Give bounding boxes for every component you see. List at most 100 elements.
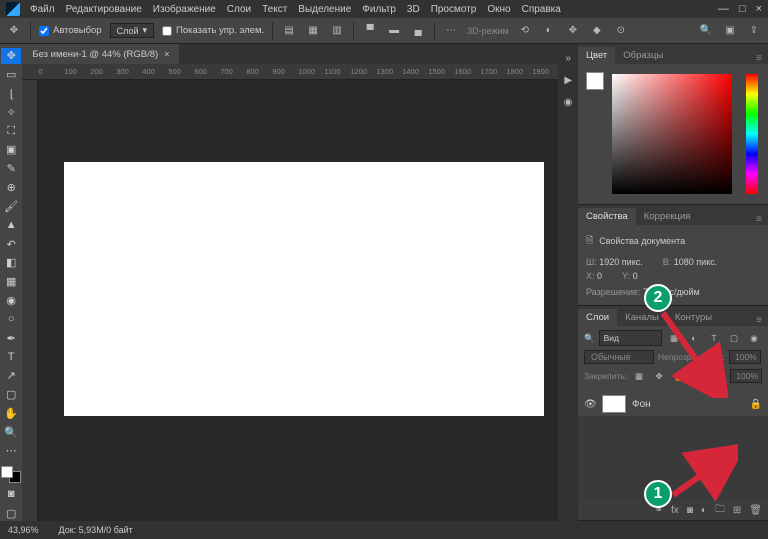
filter-pixel-icon[interactable]: ▦ xyxy=(666,330,682,346)
tab-color[interactable]: Цвет xyxy=(578,47,615,64)
tool-eraser[interactable]: ◧ xyxy=(1,255,21,271)
menu-text[interactable]: Текст xyxy=(262,4,287,15)
filter-text-icon[interactable]: T xyxy=(706,330,722,346)
tool-hand[interactable]: ✋ xyxy=(1,405,21,421)
canvas[interactable] xyxy=(64,162,544,416)
adjustment-layer-icon[interactable]: ◐ xyxy=(701,505,707,516)
show-controls-check[interactable]: Показать упр. элем. xyxy=(162,25,264,36)
opacity-value[interactable]: 100% xyxy=(729,350,761,364)
canvas-viewport[interactable] xyxy=(38,80,558,521)
tool-zoom[interactable]: 🔍 xyxy=(1,424,21,440)
align-center-icon[interactable]: ▦ xyxy=(305,23,321,39)
align-bottom-icon[interactable]: ▄ xyxy=(410,23,426,39)
tool-eyedropper[interactable]: ✎ xyxy=(1,161,21,177)
menu-3d[interactable]: 3D xyxy=(407,4,420,15)
ruler-vertical[interactable] xyxy=(22,80,38,521)
3d-slide-icon[interactable]: ◆ xyxy=(589,23,605,39)
menu-image[interactable]: Изображение xyxy=(153,4,216,15)
align-top-icon[interactable]: ▀ xyxy=(362,23,378,39)
tool-dodge[interactable]: ○ xyxy=(1,311,21,327)
panel-icon[interactable]: ▶ xyxy=(560,72,576,88)
tool-crop[interactable]: ⛶ xyxy=(1,123,21,139)
menu-edit[interactable]: Редактирование xyxy=(66,4,142,15)
lock-pixels-icon[interactable]: ▦ xyxy=(631,368,647,384)
tool-marquee[interactable]: ▭ xyxy=(1,67,21,83)
color-picker[interactable] xyxy=(612,74,732,194)
menu-layers[interactable]: Слои xyxy=(227,4,251,15)
3d-zoom-icon[interactable]: ⊙ xyxy=(613,23,629,39)
align-right-icon[interactable]: ▥ xyxy=(329,23,345,39)
group-icon[interactable]: 🗀 xyxy=(715,502,725,519)
layer-filter[interactable]: Вид xyxy=(599,330,662,346)
delete-layer-icon[interactable]: 🗑 xyxy=(749,505,762,516)
menu-file[interactable]: Файл xyxy=(30,4,55,15)
tool-edit-toolbar[interactable]: ⋯ xyxy=(1,443,21,459)
tool-stamp[interactable]: ▲ xyxy=(1,217,21,233)
tab-swatches[interactable]: Образцы xyxy=(615,47,671,64)
3d-roll-icon[interactable]: ◐ xyxy=(541,23,557,39)
share-icon[interactable]: ⇪ xyxy=(746,23,762,39)
tool-path[interactable]: ↗ xyxy=(1,368,21,384)
move-tool-icon[interactable]: ✥ xyxy=(6,23,22,39)
layer-name[interactable]: Фон xyxy=(632,399,651,410)
tool-history[interactable]: ↶ xyxy=(1,236,21,252)
menu-view[interactable]: Просмотр xyxy=(431,4,477,15)
align-left-icon[interactable]: ▤ xyxy=(281,23,297,39)
search-icon[interactable]: 🔍 xyxy=(698,23,714,39)
zoom-level[interactable]: 43,96% xyxy=(8,525,39,535)
expand-panels-icon[interactable]: » xyxy=(560,50,576,66)
doc-info[interactable]: Док: 5,93M/0 байт xyxy=(59,525,133,535)
minimize-icon[interactable]: — xyxy=(718,3,729,15)
ruler-horizontal[interactable]: 0100200300400500600700800900100011001200… xyxy=(22,64,558,80)
layer-thumb[interactable] xyxy=(602,395,626,413)
tool-lasso[interactable]: ɭ xyxy=(1,86,21,102)
filter-smart-icon[interactable]: ◉ xyxy=(746,330,762,346)
filter-adjust-icon[interactable]: ◐ xyxy=(686,330,702,346)
lock-position-icon[interactable]: ✥ xyxy=(651,368,667,384)
document-tab[interactable]: Без имени-1 @ 44% (RGB/8) × xyxy=(22,44,179,64)
maximize-icon[interactable]: □ xyxy=(739,3,746,15)
tool-pen[interactable]: ✒ xyxy=(1,330,21,346)
tab-paths[interactable]: Контуры xyxy=(667,309,720,326)
panel-icon-2[interactable]: ◉ xyxy=(560,94,576,110)
distribute-icon[interactable]: ⋯ xyxy=(443,23,459,39)
lock-icon[interactable]: 🔒 xyxy=(750,399,762,410)
tool-text[interactable]: T xyxy=(1,349,21,365)
auto-select-check[interactable]: Автовыбор xyxy=(39,25,102,36)
layer-mask-icon[interactable]: ◙ xyxy=(687,505,693,516)
menu-filter[interactable]: Фильтр xyxy=(362,4,396,15)
tool-move[interactable]: ✥ xyxy=(1,48,21,64)
menu-window[interactable]: Окно xyxy=(487,4,510,15)
tool-screenmode[interactable]: ▢ xyxy=(1,505,21,521)
panel-menu-icon-2[interactable]: ≡ xyxy=(750,214,768,225)
tool-shape[interactable]: ▢ xyxy=(1,387,21,403)
tab-layers[interactable]: Слои xyxy=(578,309,617,326)
new-layer-icon[interactable]: ⊞ xyxy=(733,505,741,516)
layer-row[interactable]: 👁 Фон 🔒 xyxy=(578,392,768,416)
3d-pan-icon[interactable]: ✥ xyxy=(565,23,581,39)
blend-mode-dropdown[interactable]: Обычные xyxy=(584,350,654,364)
filter-shape-icon[interactable]: ▢ xyxy=(726,330,742,346)
tab-properties[interactable]: Свойства xyxy=(578,208,636,225)
workspace-icon[interactable]: ▣ xyxy=(722,23,738,39)
tool-blur[interactable]: ◉ xyxy=(1,293,21,309)
panel-menu-icon[interactable]: ≡ xyxy=(750,53,768,64)
tool-healing[interactable]: ⊕ xyxy=(1,180,21,196)
tool-brush[interactable]: 🖌 xyxy=(1,199,21,215)
tab-adjustments[interactable]: Коррекция xyxy=(636,208,699,225)
visibility-icon[interactable]: 👁 xyxy=(584,399,596,410)
tool-frame[interactable]: ▣ xyxy=(1,142,21,158)
tool-wand[interactable]: ✧ xyxy=(1,104,21,120)
menu-select[interactable]: Выделение xyxy=(298,4,351,15)
tool-gradient[interactable]: ▦ xyxy=(1,274,21,290)
foreground-color[interactable] xyxy=(586,72,604,90)
3d-orbit-icon[interactable]: ⟲ xyxy=(517,23,533,39)
tab-close-icon[interactable]: × xyxy=(164,49,169,59)
layer-dropdown[interactable]: Слой▾ xyxy=(110,23,154,38)
lock-all-icon[interactable]: 🔒 xyxy=(671,368,687,384)
tool-quickmask[interactable]: ◙ xyxy=(1,486,21,502)
hue-slider[interactable] xyxy=(746,74,758,194)
close-icon[interactable]: × xyxy=(756,3,762,15)
layer-style-icon[interactable]: fx xyxy=(671,505,679,516)
color-swatches[interactable] xyxy=(1,466,21,484)
